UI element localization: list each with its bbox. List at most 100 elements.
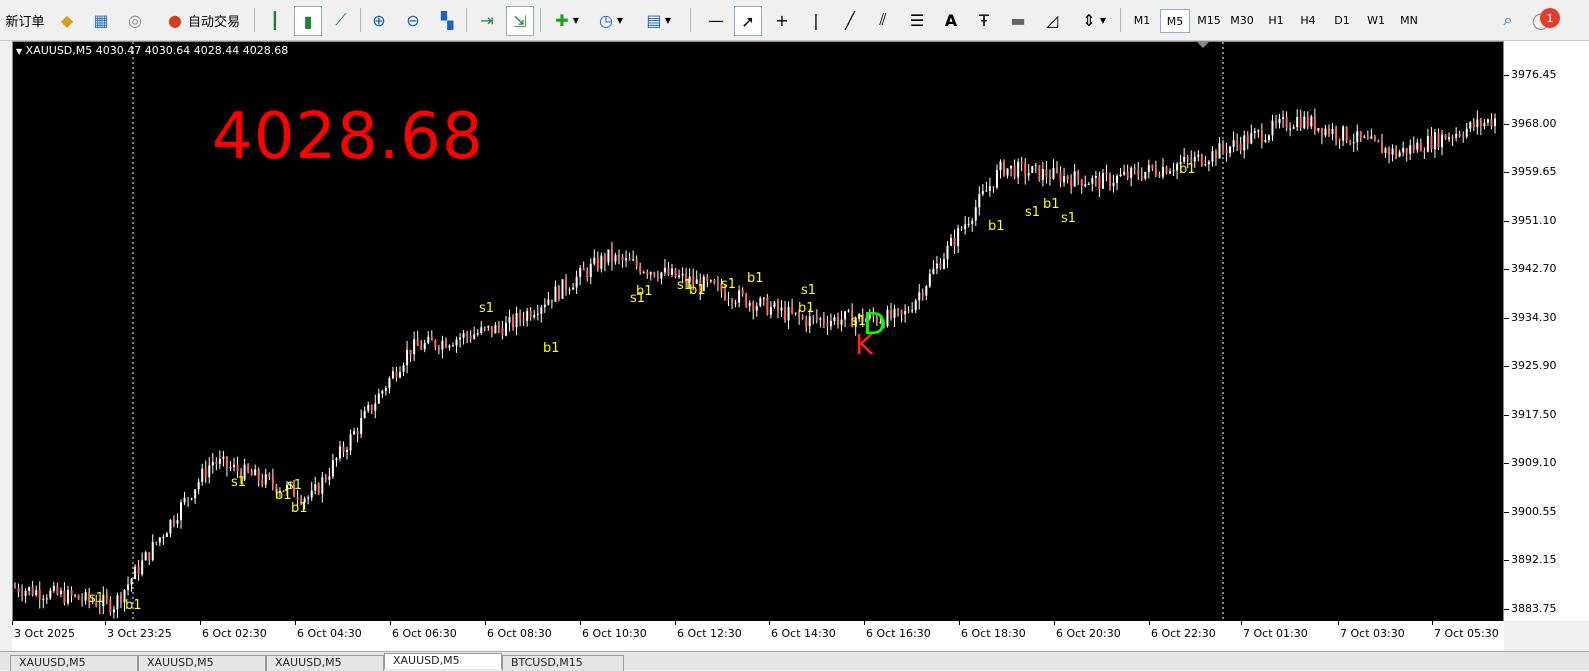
candle-body [1031,166,1034,173]
tile-windows-button[interactable]: ▚ [434,6,460,34]
candle-body [681,273,684,276]
candlestick-chart-button[interactable]: ▮ [294,6,322,36]
equidistant-channel-button[interactable]: ⫽ [870,6,896,34]
candle-body [264,474,267,485]
candle-body [1303,116,1306,129]
crosshair-button[interactable]: + [770,6,794,34]
candle-body [1327,128,1330,135]
rectangle-button[interactable]: ▬ [1006,6,1030,34]
periodicity-button[interactable]: ◷ ▼ [592,6,626,34]
cursor-button[interactable]: ➚ [734,6,762,36]
candle-body [81,599,84,601]
chart-tab[interactable]: XAUUSD,M5 [384,653,502,669]
zoom-out-button[interactable]: ⊖ [400,6,426,34]
candle-body [1483,122,1486,127]
candle-body [1197,154,1200,157]
candle-body [1048,176,1051,179]
price-axis[interactable]: 3976.45 3968.00 3959.65 3951.10 3942.70 3934.… [1503,41,1589,621]
time-axis-tick [959,621,960,625]
auto-trading-label: 自动交易 [187,14,240,30]
horizontal-line-icon: — [708,10,724,30]
candle-body [808,316,811,327]
signals-button[interactable]: ◎ [122,6,148,34]
candle-body [663,267,666,273]
toolbar-separator [690,8,691,32]
time-axis-tick [105,621,106,625]
indicators-button[interactable]: ✚ ▼ [548,6,582,34]
candle-body [1112,183,1115,186]
candle-body [1469,122,1472,129]
trendline-button[interactable]: ╱ [838,6,862,34]
timeframe-w1-button[interactable]: W1 [1362,9,1390,31]
timeframe-m5-button[interactable]: M5 [1160,9,1190,33]
timeframe-m1-button[interactable]: M1 [1128,9,1156,31]
candle-body [550,299,553,302]
candle-body [391,371,394,379]
time-axis-tick [1338,621,1339,625]
timeframe-h4-button[interactable]: H4 [1294,9,1322,31]
candle-body [1342,126,1345,141]
chart-shift-button[interactable]: ⇥ [474,6,500,34]
vertical-line-button[interactable]: | [806,6,826,34]
signals-icon: ◎ [128,10,142,30]
candle-body [402,365,405,373]
horizontal-line-button[interactable]: — [704,6,728,34]
candle-body [321,477,324,494]
candle-body [921,292,924,296]
templates-button[interactable]: ▤ ▼ [638,6,676,34]
line-chart-button[interactable]: ⟋ [328,6,354,34]
timeframe-h1-button[interactable]: H1 [1262,9,1290,31]
toolbar-separator [360,8,361,32]
candle-body [480,327,483,334]
text-button[interactable]: A [940,6,962,34]
candle-body [738,290,741,303]
candle-body [787,307,790,321]
bar-chart-button[interactable]: ┃ [262,6,288,34]
fibonacci-button[interactable]: ☰ [904,6,930,34]
gold-icon-button[interactable]: ◆ [54,6,80,34]
candle-body [812,316,815,318]
candle-body [1426,136,1429,152]
chart-shift-marker[interactable] [1197,42,1209,48]
price-axis-tick [1504,414,1509,416]
candle-body [745,293,748,307]
new-order-button[interactable]: 新订单 [2,6,48,34]
candle-body [572,287,575,290]
candle-body [897,309,900,311]
candle-body [1207,161,1210,165]
zoom-in-button[interactable]: ⊕ [366,6,392,34]
market-watch-button[interactable]: ▦ [88,6,114,34]
search-button[interactable]: ⌕ [1496,6,1520,34]
candle-body [1257,130,1260,132]
candle-body [1476,119,1479,128]
candle-body [911,310,914,312]
text-label-button[interactable]: Ŧ [972,6,996,34]
candle-body [610,249,613,262]
auto-trading-button[interactable]: ● 自动交易 [156,6,248,34]
price-axis-tick [1504,463,1509,464]
timeframe-m30-button[interactable]: M30 [1226,9,1258,31]
arrows-button[interactable]: ⇕ ▼ [1074,6,1110,34]
candle-body [1423,151,1426,153]
candle-body [607,249,610,263]
candle-body [1080,179,1083,187]
collapse-arrow-icon[interactable]: ▼ [16,47,22,56]
candle-body [1073,171,1076,187]
candle-body [1324,128,1327,136]
candle-body [1027,172,1030,176]
candle-body [38,590,41,600]
auto-scroll-button[interactable]: ⇲ [506,6,534,36]
price-axis-label: 3909.10 [1511,456,1557,469]
candle-body [1416,142,1419,150]
chevron-down-icon: ▼ [616,15,624,25]
candle-body [420,345,423,350]
candle-body [596,257,599,269]
triangle-button[interactable]: ◿ [1040,6,1064,34]
trade-signal-label: b1 [747,271,764,286]
candle-body [1091,177,1094,184]
time-axis[interactable]: 3 Oct 2025 3 Oct 23:25 6 Oct 02:30 6 Oct 04… [12,621,1504,651]
timeframe-mn-button[interactable]: MN [1394,9,1424,31]
timeframe-m15-button[interactable]: M15 [1194,9,1224,31]
timeframe-d1-button[interactable]: D1 [1328,9,1356,31]
candle-body [547,299,550,305]
